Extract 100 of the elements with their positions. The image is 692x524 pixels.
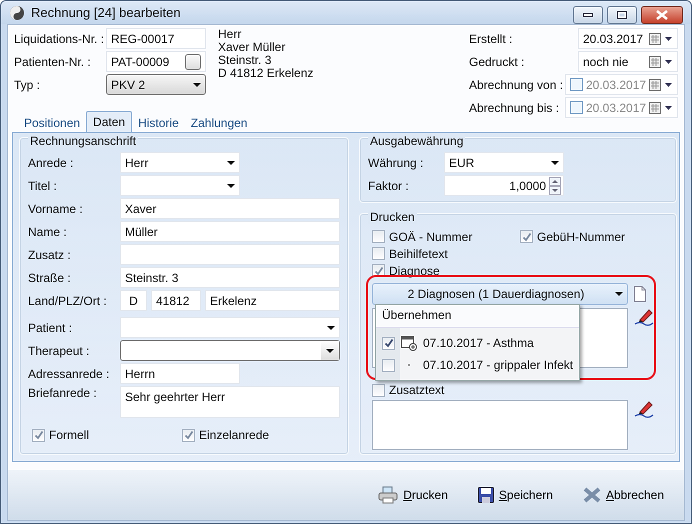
checkbox-label: Diagnose: [389, 264, 440, 278]
group-title: Rechnungsanschrift: [28, 134, 138, 148]
field-label: Titel :: [28, 178, 58, 192]
field-label: Anrede :: [28, 156, 74, 170]
group-title: Ausgabewährung: [368, 134, 466, 148]
checkbox-label: Zusatztext: [389, 383, 444, 397]
caret-icon: [227, 184, 235, 188]
checkbox[interactable]: [182, 428, 195, 442]
caret-icon: [227, 160, 235, 164]
calendar-icon[interactable]: [649, 32, 673, 44]
footer-button[interactable]: Abbrechen: [580, 485, 666, 505]
checkbox[interactable]: [372, 247, 385, 260]
printer-icon: [378, 486, 398, 504]
calendar-icon[interactable]: [649, 78, 673, 90]
text-field[interactable]: Xaver: [120, 198, 340, 219]
text-field[interactable]: PAT-00009: [106, 51, 206, 72]
footer-button[interactable]: Drucken: [376, 484, 450, 506]
field-label: Briefanrede :: [28, 386, 98, 400]
caret-icon: [326, 348, 334, 352]
dropdown[interactable]: [120, 340, 340, 361]
group-title: Drucken: [368, 210, 417, 224]
text-field[interactable]: D: [120, 290, 147, 311]
maximize-button[interactable]: [607, 6, 637, 24]
dropdown[interactable]: 2 Diagnosen (1 Dauerdiagnosen): [372, 283, 628, 305]
spinner-icon[interactable]: [549, 176, 561, 194]
field-label: Therapeut :: [28, 344, 90, 358]
checkbox[interactable]: [382, 358, 395, 372]
text-field[interactable]: Steinstr. 3: [120, 267, 340, 288]
caret-icon: [327, 326, 335, 330]
app-icon: [9, 4, 25, 20]
number-field[interactable]: 1,0000: [444, 175, 564, 196]
checkbox[interactable]: [372, 230, 385, 243]
checkbox-label: Einzelanrede: [199, 428, 270, 442]
cross-icon: [582, 487, 601, 503]
field-label: Faktor :: [368, 178, 410, 192]
text-area[interactable]: Sehr geehrter Herr: [120, 386, 340, 418]
field-label: Name :: [28, 224, 68, 238]
date-field[interactable]: 20.03.2017: [578, 28, 678, 49]
text-field[interactable]: Herrn: [120, 363, 240, 384]
calendar-icon[interactable]: [649, 102, 673, 114]
dropdown[interactable]: EUR: [444, 152, 564, 173]
minimize-button[interactable]: [573, 6, 603, 24]
field-label: Adressanrede :: [28, 366, 110, 380]
minimize-icon: [583, 13, 593, 17]
pencil-icon[interactable]: [634, 400, 654, 418]
checkbox[interactable]: [570, 78, 583, 91]
checkbox-label: Formell: [49, 428, 90, 442]
field-label: Abrechnung von :: [469, 78, 564, 92]
field-label: Straße :: [28, 270, 72, 284]
checkbox[interactable]: [570, 101, 583, 114]
field-label: Zusatz :: [28, 248, 72, 262]
dropdown-button[interactable]: [321, 341, 339, 360]
caret-icon: [193, 82, 201, 86]
close-button[interactable]: [641, 6, 683, 24]
caret-icon: [615, 292, 623, 296]
checkbox-label: Beihilfetext: [389, 246, 448, 260]
footer-button[interactable]: Speichern: [476, 485, 555, 505]
tab[interactable]: Daten: [86, 111, 132, 132]
checkbox[interactable]: [372, 384, 385, 396]
field-label: Patienten-Nr. :: [14, 54, 92, 68]
caret-icon: [551, 160, 559, 164]
date-field[interactable]: noch nie: [578, 51, 678, 72]
field-label: Währung :: [368, 156, 424, 170]
text-field[interactable]: 41812: [151, 290, 201, 311]
lookup-button[interactable]: [185, 54, 201, 70]
calendar-icon[interactable]: [649, 56, 673, 68]
address-line: Steinstr. 3: [218, 54, 272, 67]
tab[interactable]: Zahlungen: [184, 114, 254, 132]
menu-item[interactable]: 07.10.2017 - grippaler Infekt: [423, 358, 574, 372]
text-field[interactable]: Müller: [120, 221, 340, 242]
close-icon: [656, 10, 668, 20]
checkbox-label: GebüH-Nummer: [537, 230, 626, 244]
menu-item[interactable]: 07.10.2017 - Asthma: [423, 336, 534, 350]
checkbox-label: GOÄ - Nummer: [389, 230, 472, 244]
menu-header: Übernehmen: [376, 305, 579, 328]
window-title: Rechnung [24] bearbeiten: [31, 5, 181, 20]
field-label: Patient :: [28, 320, 74, 334]
maximize-icon: [617, 11, 627, 19]
text-field[interactable]: [120, 244, 340, 265]
dropdown[interactable]: Herr: [120, 152, 240, 173]
address-line: Herr: [218, 28, 242, 41]
field-label: Abrechnung bis :: [469, 100, 560, 114]
dropdown[interactable]: PKV 2: [106, 74, 206, 95]
tab[interactable]: Positionen: [18, 114, 86, 132]
address-line: D 41812 Erkelenz: [218, 67, 314, 80]
field-label: Land/PLZ/Ort :: [28, 294, 108, 308]
field-label: Erstellt :: [469, 32, 514, 46]
address-line: Xaver Müller: [218, 41, 286, 54]
checkbox[interactable]: [32, 428, 45, 442]
checkbox[interactable]: [520, 230, 533, 243]
pencil-icon[interactable]: [634, 308, 654, 326]
field-label: Typ :: [14, 78, 42, 92]
field-label: Vorname :: [28, 202, 84, 216]
checkbox[interactable]: [382, 336, 395, 350]
field-label: Liquidations-Nr. :: [14, 32, 106, 46]
text-field[interactable]: REG-00017: [106, 28, 206, 49]
tab[interactable]: Historie: [132, 114, 185, 132]
document-icon[interactable]: [634, 286, 646, 302]
field-label: Gedruckt :: [469, 54, 526, 68]
text-field[interactable]: Erkelenz: [205, 290, 340, 311]
